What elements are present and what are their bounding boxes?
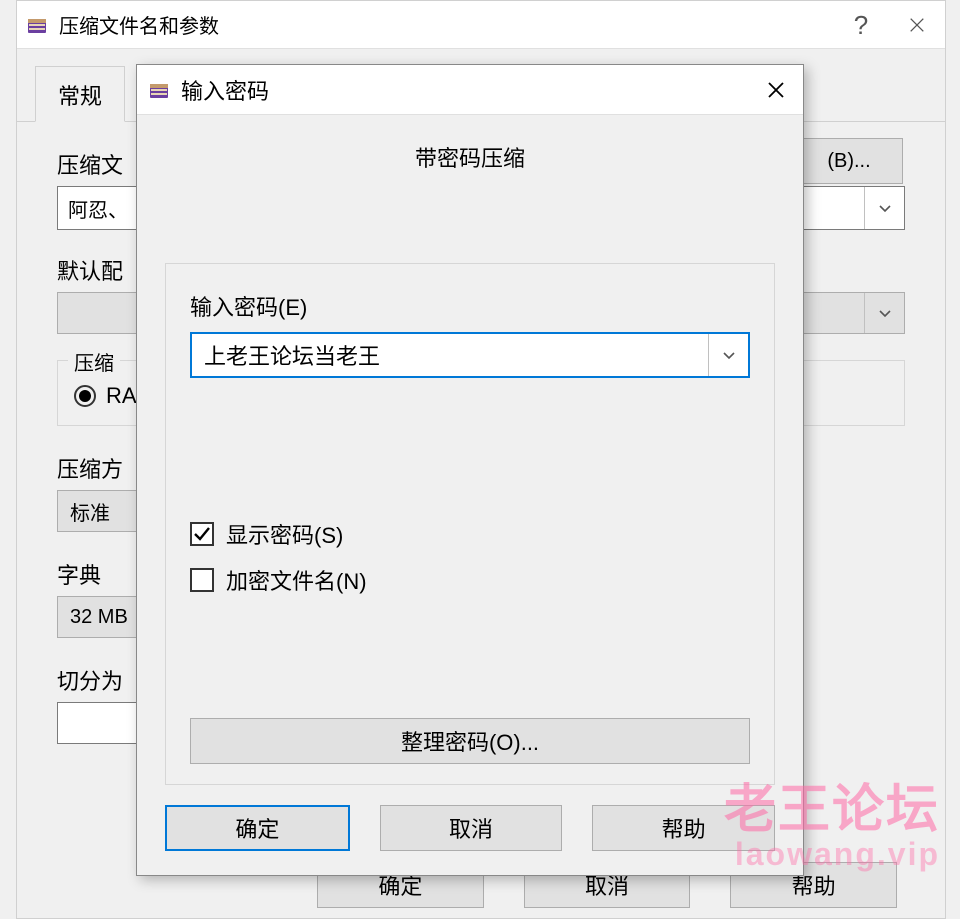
password-panel: 输入密码(E) 上老王论坛当老王 显示密码(S) 加密文件名(N) — [165, 263, 775, 785]
browse-button[interactable]: (B)... — [795, 138, 903, 184]
titlebar-close-button[interactable] — [889, 1, 945, 49]
encrypt-names-checkbox[interactable]: 加密文件名(N) — [190, 564, 750, 596]
password-value: 上老王论坛当老王 — [204, 339, 380, 371]
compression-method-value: 标准 — [70, 497, 110, 526]
show-password-checkbox[interactable]: 显示密码(S) — [190, 518, 750, 550]
checkbox-unchecked-icon — [190, 568, 214, 592]
main-title: 压缩文件名和参数 — [59, 10, 219, 39]
main-titlebar: 压缩文件名和参数 ? — [17, 1, 945, 49]
radio-checked-icon — [74, 385, 96, 407]
password-input[interactable]: 上老王论坛当老王 — [190, 332, 750, 378]
password-title: 输入密码 — [181, 74, 269, 106]
password-cancel-button[interactable]: 取消 — [380, 805, 563, 851]
tab-general[interactable]: 常规 — [35, 66, 125, 122]
manage-passwords-button[interactable]: 整理密码(O)... — [190, 718, 750, 764]
password-button-row: 确定 取消 帮助 — [137, 785, 803, 875]
password-label: 输入密码(E) — [190, 290, 750, 322]
password-close-button[interactable] — [749, 65, 803, 115]
chevron-down-icon[interactable] — [708, 334, 748, 376]
chevron-down-icon[interactable] — [864, 293, 904, 333]
winrar-icon — [25, 13, 49, 37]
format-group-label: 压缩 — [68, 347, 120, 376]
show-password-label: 显示密码(S) — [226, 518, 343, 550]
password-heading: 带密码压缩 — [165, 141, 775, 173]
password-help-button[interactable]: 帮助 — [592, 805, 775, 851]
encrypt-names-label: 加密文件名(N) — [226, 564, 367, 596]
password-titlebar: 输入密码 — [137, 65, 803, 115]
password-ok-button[interactable]: 确定 — [165, 805, 350, 851]
password-dialog: 输入密码 带密码压缩 输入密码(E) 上老王论坛当老王 显示密码(S) — [136, 64, 804, 876]
titlebar-help-button[interactable]: ? — [833, 1, 889, 49]
chevron-down-icon[interactable] — [864, 187, 904, 229]
archive-name-value: 阿忍、 — [68, 194, 128, 223]
winrar-icon — [147, 78, 171, 102]
dictionary-size-value: 32 MB — [70, 606, 128, 629]
checkbox-checked-icon — [190, 522, 214, 546]
format-rar-label: RA — [106, 383, 137, 409]
